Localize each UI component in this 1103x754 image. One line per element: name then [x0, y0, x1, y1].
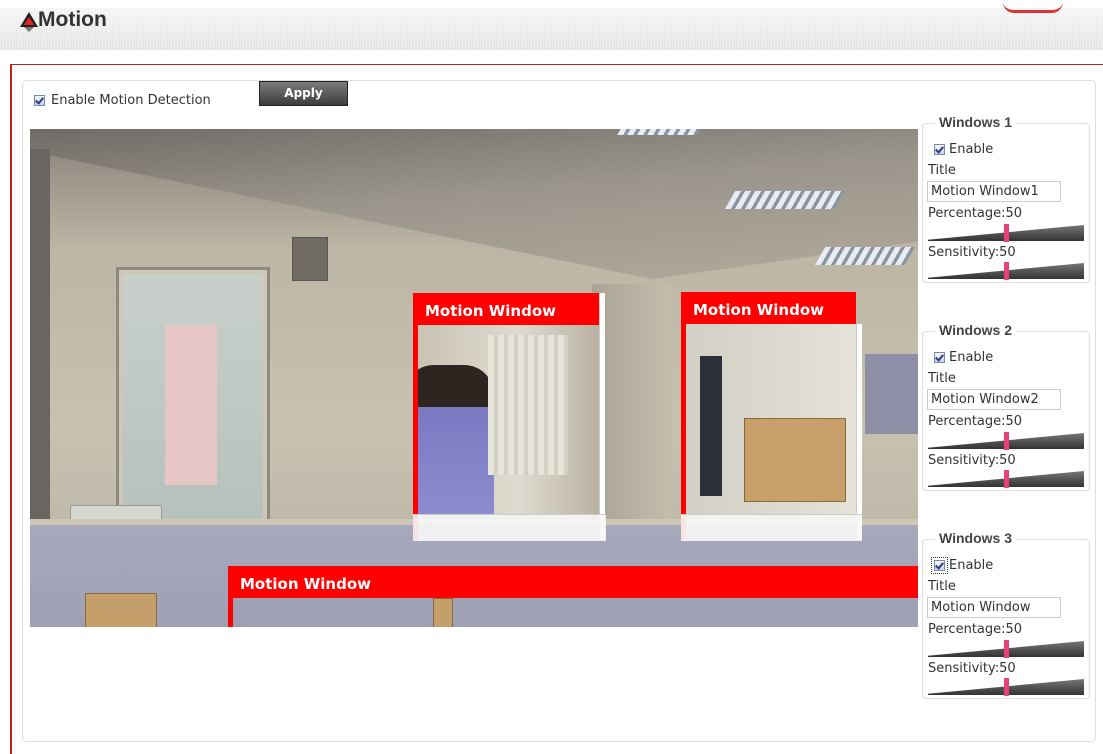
window-3-sensitivity-label: Sensitivity:50 [928, 661, 1016, 676]
enable-motion-detection-label: Enable Motion Detection [51, 92, 211, 108]
video-right-wall [865, 354, 918, 434]
video-poster [165, 325, 217, 485]
video-doorway [700, 356, 722, 496]
motion-window-2-resize-edge[interactable] [856, 324, 862, 540]
motion-window-1-footer [413, 514, 606, 541]
window-2-title-label: Title [928, 371, 956, 386]
slider-knob[interactable] [1004, 432, 1009, 450]
motion-window-3-left-bar [228, 598, 233, 627]
motion-window-1-header: Motion Window [413, 293, 599, 325]
window-3-percentage-slider[interactable] [928, 640, 1084, 658]
window-3-title-label: Title [928, 579, 956, 594]
motion-window-3-view [233, 598, 918, 627]
window-2-title-input[interactable] [927, 389, 1061, 410]
window-2-percentage-slider[interactable] [928, 432, 1084, 450]
motion-window-2[interactable]: Motion Window [681, 292, 862, 541]
apply-button[interactable]: Apply [259, 81, 348, 106]
window-3-enable-checkbox[interactable] [931, 557, 948, 574]
video-ceiling-light [724, 191, 846, 209]
enable-motion-detection-checkbox[interactable] [34, 94, 45, 106]
window-3-title-input[interactable] [927, 597, 1061, 618]
window-1-title-label: Title [928, 163, 956, 178]
decorative-arc [1003, 2, 1063, 13]
window-1-enable[interactable]: Enable [934, 142, 993, 157]
motion-window-3[interactable]: Motion Window [228, 566, 918, 627]
window-2-sensitivity-slider[interactable] [928, 470, 1084, 488]
window-2-enable[interactable]: Enable [934, 350, 993, 365]
motion-window-3-header: Motion Window [228, 566, 918, 598]
window-1-settings: Windows 1 Enable Title Percentage:50 Sen… [922, 114, 1090, 283]
window-3-enable[interactable]: Enable [931, 557, 994, 574]
window-1-sensitivity-label: Sensitivity:50 [928, 245, 1016, 260]
motion-window-2-header: Motion Window [681, 292, 856, 324]
motion-window-1-resize-edge[interactable] [599, 293, 605, 540]
window-3-percentage-label: Percentage:50 [928, 622, 1023, 637]
slider-knob[interactable] [1004, 678, 1009, 696]
brand-logo-icon [20, 12, 38, 32]
window-1-sensitivity-slider[interactable] [928, 262, 1084, 280]
page-title: Motion [38, 8, 107, 31]
video-cardboard-box [85, 593, 157, 627]
window-1-enable-checkbox[interactable] [934, 144, 945, 155]
motion-window-2-footer [681, 514, 862, 541]
window-3-legend: Windows 3 [935, 530, 1016, 546]
slider-knob[interactable] [1004, 262, 1009, 280]
title-bar [0, 0, 1103, 50]
window-2-sensitivity-label: Sensitivity:50 [928, 453, 1016, 468]
title-bar-top [0, 0, 1103, 8]
window-3-enable-label: Enable [949, 558, 994, 573]
window-1-percentage-slider[interactable] [928, 224, 1084, 242]
motion-window-2-left-bar [681, 324, 686, 540]
window-2-enable-label: Enable [949, 350, 994, 365]
window-3-sensitivity-slider[interactable] [928, 678, 1084, 696]
window-1-enable-label: Enable [949, 142, 994, 157]
video-person [418, 365, 494, 514]
slider-knob[interactable] [1004, 640, 1009, 658]
enable-motion-detection[interactable]: Enable Motion Detection [34, 89, 211, 111]
video-box [433, 598, 453, 627]
video-preview: Motion Window Motion Window Motion Windo… [30, 129, 918, 627]
video-curtain [488, 335, 568, 475]
window-1-title-input[interactable] [927, 181, 1061, 202]
video-ceiling-light [814, 247, 916, 265]
motion-window-1-left-bar [413, 325, 418, 540]
window-2-settings: Windows 2 Enable Title Percentage:50 Sen… [922, 322, 1090, 491]
motion-window-2-view [686, 324, 856, 514]
video-alarm-device [292, 237, 328, 281]
window-1-legend: Windows 1 [935, 114, 1016, 130]
window-2-enable-checkbox[interactable] [934, 352, 945, 363]
window-2-percentage-label: Percentage:50 [928, 414, 1023, 429]
motion-window-1[interactable]: Motion Window [413, 293, 606, 541]
video-boxes [744, 418, 846, 502]
motion-window-1-view [418, 325, 600, 514]
slider-knob[interactable] [1004, 470, 1009, 488]
slider-knob[interactable] [1004, 224, 1009, 242]
video-ceiling-light [617, 129, 703, 135]
window-3-settings: Windows 3 Enable Title Percentage:50 Sen… [922, 530, 1090, 699]
window-2-legend: Windows 2 [935, 322, 1016, 338]
window-1-percentage-label: Percentage:50 [928, 206, 1023, 221]
